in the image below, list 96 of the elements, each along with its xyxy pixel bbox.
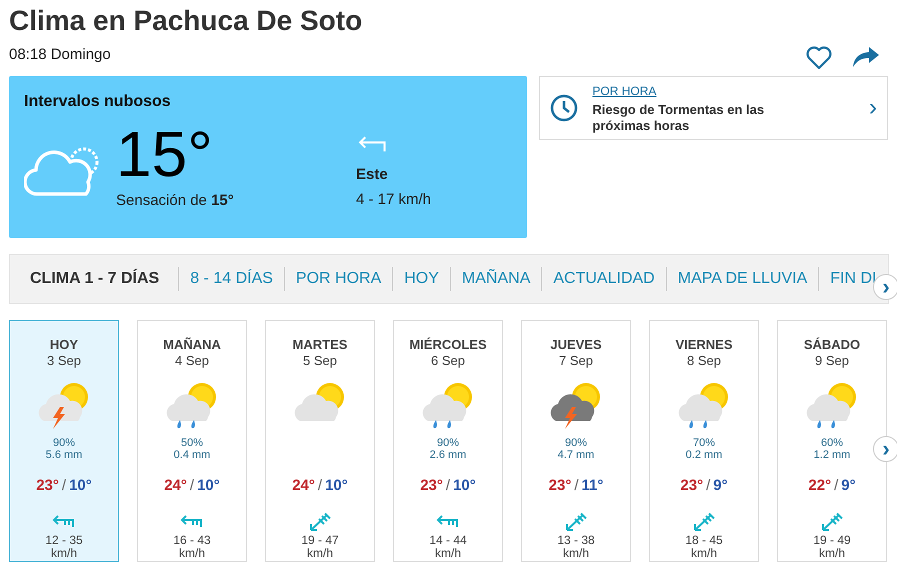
low-temperature: 9° <box>713 476 728 496</box>
tab[interactable]: ACTUALIDAD <box>553 267 655 291</box>
low-temperature: 10° <box>325 476 348 496</box>
high-temperature: 22° <box>808 476 832 496</box>
wind-unit: km/h <box>434 546 462 560</box>
high-temperature: 23° <box>420 476 443 496</box>
heart-icon[interactable] <box>806 46 832 70</box>
rain-chance: 50% <box>180 437 204 449</box>
rain-chance: 90% <box>436 437 460 449</box>
high-temperature: 24° <box>292 476 315 496</box>
separator-slash: / <box>446 476 450 496</box>
day-card[interactable]: JUEVES 7 Sep 90% 4.7 mm 23° / 11° 13 - 38 km/h <box>521 320 631 562</box>
share-icon[interactable] <box>852 46 880 68</box>
hourly-link[interactable]: POR HORA <box>592 82 855 100</box>
rain-amount: 0.4 mm <box>172 449 212 461</box>
rain-chance: 60% <box>820 437 844 449</box>
day-name: SÁBADO <box>802 337 862 353</box>
wind-speed: 16 - 43 <box>172 534 212 546</box>
day-date: 3 Sep <box>46 353 82 369</box>
low-temperature: 11° <box>582 476 604 496</box>
wind-unit: km/h <box>818 546 846 560</box>
day-name: VIERNES <box>674 337 734 353</box>
separator-slash: / <box>318 476 322 496</box>
wind-unit: km/h <box>50 546 78 560</box>
separator-slash: / <box>706 476 710 496</box>
wind-unit: km/h <box>178 546 206 560</box>
current-time: 08:18 Domingo <box>9 45 112 65</box>
rain-amount: 5.6 mm <box>44 449 84 461</box>
separator-slash: / <box>190 476 194 496</box>
wind-arrow-icon <box>692 512 716 532</box>
next-button[interactable]: › <box>873 274 897 300</box>
separator-slash: / <box>574 476 578 496</box>
day-date: 7 Sep <box>558 353 594 369</box>
high-temperature: 23° <box>36 476 59 496</box>
condition-label: Intervalos nubosos <box>24 92 172 112</box>
high-temperature: 23° <box>548 476 572 496</box>
feels-like-label: Sensación de 15° <box>116 191 235 211</box>
wind-speed: 4 - 17 km/h <box>356 190 432 210</box>
day-name: HOY <box>48 337 80 353</box>
rain-amount: 2.6 mm <box>428 449 468 461</box>
high-temperature: 24° <box>164 476 187 496</box>
tab[interactable]: CLIMA 1 - 7 DÍAS <box>22 267 168 291</box>
wind-arrow-icon <box>308 512 332 532</box>
rain-chance: 90% <box>564 437 588 449</box>
wind-speed: 19 - 47 <box>300 534 340 546</box>
wind-unit: km/h <box>306 546 334 560</box>
page-title: Clima en Pachuca De Soto <box>9 4 362 38</box>
separator-slash: / <box>834 476 838 496</box>
wind-speed: 14 - 44 <box>428 534 468 546</box>
alert-message: Riesgo de Tormentas en las próximas horas <box>592 102 766 134</box>
wind-speed: 18 - 45 <box>684 534 724 546</box>
rain-amount: 1.2 mm <box>812 449 852 461</box>
day-card[interactable]: MARTES 5 Sep 24° / 10° 19 - 47 km/h <box>265 320 375 562</box>
day-date: 5 Sep <box>302 353 338 369</box>
day-card[interactable]: MAÑANA 4 Sep 50% 0.4 mm 24° / 10° 16 - 43 km/h <box>137 320 247 562</box>
wind-arrow-icon <box>180 514 204 528</box>
low-temperature: 10° <box>197 476 220 496</box>
day-card[interactable]: HOY 3 Sep 90% 5.6 mm 23° / 10° 12 - 35 km/h <box>9 320 119 562</box>
tab[interactable]: 8 - 14 DÍAS <box>190 267 273 291</box>
tab[interactable]: MAÑANA <box>462 267 530 291</box>
tab[interactable]: MAPA DE LLUVIA <box>678 267 808 291</box>
high-temperature: 23° <box>680 476 704 496</box>
low-temperature: 10° <box>69 476 92 496</box>
tab[interactable]: HOY <box>404 267 439 291</box>
rain-amount: 0.2 mm <box>684 449 724 461</box>
rain-chance: 90% <box>52 437 76 449</box>
temperature: 15° <box>116 122 214 186</box>
hourly-alert-card[interactable]: POR HORA Riesgo de Tormentas en las próximas horas › <box>539 76 888 140</box>
rain-chance: 70% <box>692 437 716 449</box>
day-card[interactable]: MIÉRCOLES 6 Sep 90% 2.6 mm 23° / 10° 14 - 44 km/h <box>393 320 503 562</box>
wind-arrow-icon <box>820 512 844 532</box>
chevron-icon[interactable]: › <box>869 96 877 120</box>
wind-speed: 12 - 35 <box>44 534 84 546</box>
low-temperature: 10° <box>453 476 476 496</box>
clock-icon <box>550 94 578 122</box>
separator-slash: / <box>62 476 66 496</box>
day-date: 6 Sep <box>430 353 466 369</box>
wind-arrow-icon <box>52 514 76 528</box>
day-date: 9 Sep <box>814 353 850 369</box>
tab[interactable]: POR HORA <box>296 267 382 291</box>
day-date: 4 Sep <box>174 353 210 369</box>
wind-unit: km/h <box>690 546 718 560</box>
day-card[interactable]: VIERNES 8 Sep 70% 0.2 mm 23° / 9° 18 - 45 km/h <box>649 320 759 562</box>
day-name: JUEVES <box>549 337 603 353</box>
day-date: 8 Sep <box>686 353 722 369</box>
day-name: MIÉRCOLES <box>408 337 488 353</box>
day-name: MAÑANA <box>162 337 222 353</box>
wind-direction: Este <box>356 165 389 185</box>
wind-speed: 19 - 49 <box>812 534 852 546</box>
wind-speed: 13 - 38 <box>556 534 596 546</box>
rain-amount: 4.7 mm <box>556 449 596 461</box>
wind-arrow-icon <box>436 514 460 528</box>
low-temperature: 9° <box>841 476 856 496</box>
wind-arrow-icon <box>564 512 588 532</box>
day-name: MARTES <box>292 337 348 353</box>
wind-unit: km/h <box>562 546 590 560</box>
